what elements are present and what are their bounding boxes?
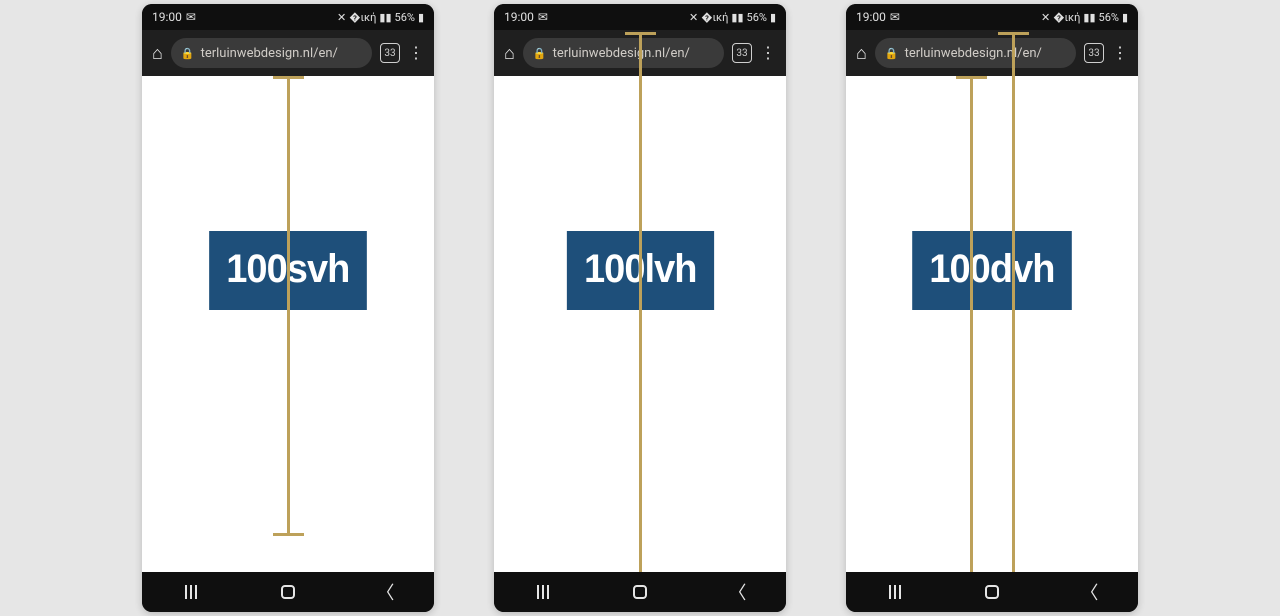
status-left: 19:00 ✉ xyxy=(504,10,548,24)
battery-icon: ▮ xyxy=(770,11,776,24)
url-text: terluinwebdesign.nl/en/ xyxy=(201,46,338,61)
status-left: 19:00 ✉ xyxy=(152,10,196,24)
status-right: ✕ �ική ▮▮ 56% ▮ xyxy=(337,11,424,24)
battery-text: 56% xyxy=(395,11,415,24)
status-right: ✕ �ική ▮▮ 56% ▮ xyxy=(1041,11,1128,24)
back-button[interactable]: 〈 xyxy=(365,579,405,605)
url-text: terluinwebdesign.nl/en/ xyxy=(905,46,1042,61)
signal-icon: ▮▮ xyxy=(379,11,391,24)
back-button[interactable]: 〈 xyxy=(717,579,757,605)
vibrate-icon: ✕ xyxy=(689,11,698,24)
wifi-icon: �ική xyxy=(1053,11,1080,24)
browser-viewport: 100dvh xyxy=(846,76,1138,572)
tabs-button[interactable]: 33 xyxy=(732,43,752,63)
home-button[interactable] xyxy=(268,585,308,599)
android-status-bar: 19:00 ✉ ✕ �ική ▮▮ 56% ▮ xyxy=(142,4,434,30)
measure-arrow xyxy=(639,32,642,612)
vibrate-icon: ✕ xyxy=(1041,11,1050,24)
page-content: 100dvh xyxy=(846,76,1138,572)
android-nav-bar: 〈 xyxy=(142,572,434,612)
vibrate-icon: ✕ xyxy=(337,11,346,24)
wifi-icon: �ική xyxy=(701,11,728,24)
home-icon[interactable]: ⌂ xyxy=(152,43,163,64)
notification-icon: ✉ xyxy=(538,10,548,24)
android-nav-bar: 〈 xyxy=(846,572,1138,612)
browser-address-bar: ⌂ 🔒 terluinwebdesign.nl/en/ 33 ⋮ xyxy=(142,30,434,76)
status-right: ✕ �ική ▮▮ 56% ▮ xyxy=(689,11,776,24)
status-time: 19:00 xyxy=(504,10,534,24)
measure-arrow-small xyxy=(970,76,973,612)
home-button[interactable] xyxy=(620,585,660,599)
browser-address-bar: ⌂ 🔒 terluinwebdesign.nl/en/ 33 ⋮ xyxy=(846,30,1138,76)
android-nav-bar: 〈 xyxy=(494,572,786,612)
lock-icon: 🔒 xyxy=(885,47,899,60)
measure-arrow xyxy=(287,76,290,536)
menu-icon[interactable]: ⋮ xyxy=(760,45,776,61)
url-field[interactable]: 🔒 terluinwebdesign.nl/en/ xyxy=(171,38,372,68)
recents-button[interactable] xyxy=(875,585,915,599)
tabs-button[interactable]: 33 xyxy=(380,43,400,63)
status-left: 19:00 ✉ xyxy=(856,10,900,24)
url-field[interactable]: 🔒 terluinwebdesign.nl/en/ xyxy=(875,38,1076,68)
measure-arrow-large xyxy=(1012,32,1015,612)
signal-icon: ▮▮ xyxy=(1083,11,1095,24)
notification-icon: ✉ xyxy=(186,10,196,24)
battery-icon: ▮ xyxy=(1122,11,1128,24)
menu-icon[interactable]: ⋮ xyxy=(408,45,424,61)
notification-icon: ✉ xyxy=(890,10,900,24)
battery-text: 56% xyxy=(1099,11,1119,24)
url-text: terluinwebdesign.nl/en/ xyxy=(553,46,690,61)
home-icon[interactable]: ⌂ xyxy=(856,43,867,64)
recents-button[interactable] xyxy=(523,585,563,599)
android-status-bar: 19:00 ✉ ✕ �ική ▮▮ 56% ▮ xyxy=(494,4,786,30)
phone-mockup-dvh: 19:00 ✉ ✕ �ική ▮▮ 56% ▮ ⌂ 🔒 terluinwebde… xyxy=(846,4,1138,612)
back-button[interactable]: 〈 xyxy=(1069,579,1109,605)
lock-icon: 🔒 xyxy=(533,47,547,60)
battery-icon: ▮ xyxy=(418,11,424,24)
home-button[interactable] xyxy=(972,585,1012,599)
phone-mockup-svh: 19:00 ✉ ✕ �ική ▮▮ 56% ▮ ⌂ 🔒 terluinwebde… xyxy=(142,4,434,612)
home-icon[interactable]: ⌂ xyxy=(504,43,515,64)
status-time: 19:00 xyxy=(856,10,886,24)
battery-text: 56% xyxy=(747,11,767,24)
status-time: 19:00 xyxy=(152,10,182,24)
url-field[interactable]: 🔒 terluinwebdesign.nl/en/ xyxy=(523,38,724,68)
wifi-icon: �ική xyxy=(349,11,376,24)
tabs-button[interactable]: 33 xyxy=(1084,43,1104,63)
android-status-bar: 19:00 ✉ ✕ �ική ▮▮ 56% ▮ xyxy=(846,4,1138,30)
viewport-unit-label: 100dvh xyxy=(912,231,1071,310)
lock-icon: 🔒 xyxy=(181,47,195,60)
signal-icon: ▮▮ xyxy=(731,11,743,24)
phone-mockup-lvh: 19:00 ✉ ✕ �ική ▮▮ 56% ▮ ⌂ 🔒 terluinwebde… xyxy=(494,4,786,612)
menu-icon[interactable]: ⋮ xyxy=(1112,45,1128,61)
recents-button[interactable] xyxy=(171,585,211,599)
